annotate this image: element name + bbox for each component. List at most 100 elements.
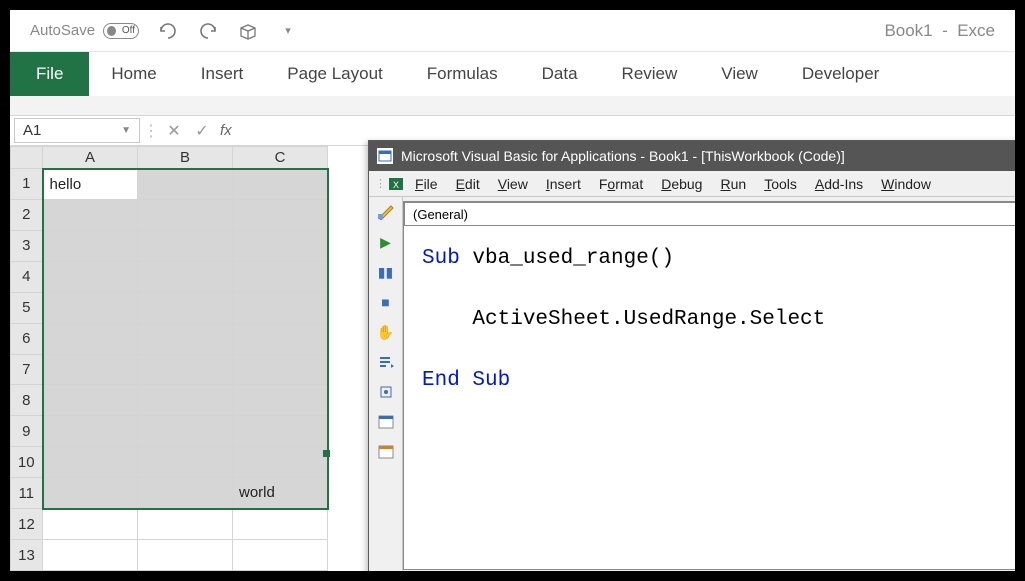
tab-formulas[interactable]: Formulas — [405, 52, 520, 96]
name-box[interactable]: A1 ▼ — [14, 118, 140, 143]
row-header-4[interactable]: 4 — [11, 261, 43, 292]
tab-insert[interactable]: Insert — [179, 52, 266, 96]
row-header-12[interactable]: 12 — [11, 509, 43, 540]
break-icon[interactable]: ▮▮ — [376, 263, 396, 281]
tab-view[interactable]: View — [699, 52, 780, 96]
undo-icon[interactable] — [157, 20, 179, 42]
cell-b7[interactable] — [138, 354, 233, 385]
cell-b3[interactable] — [138, 230, 233, 261]
cancel-icon[interactable]: ✕ — [160, 116, 188, 145]
vbe-menu-run[interactable]: Run — [712, 174, 754, 194]
cell-c3[interactable] — [233, 230, 328, 261]
box-icon[interactable] — [237, 20, 259, 42]
enter-icon[interactable]: ✓ — [188, 116, 216, 145]
cell-a8[interactable] — [43, 385, 138, 416]
run-icon[interactable]: ▶ — [376, 233, 396, 251]
cell-b2[interactable] — [138, 199, 233, 230]
row-header-13[interactable]: 13 — [11, 540, 43, 571]
vbe-window[interactable]: Microsoft Visual Basic for Applications … — [368, 140, 1015, 571]
vbe-menu-addins[interactable]: Add-Ins — [807, 174, 871, 194]
vbe-menubar: ⋮ X File Edit View Insert Format Debug R… — [369, 171, 1015, 197]
vbe-menu-format[interactable]: Format — [591, 174, 651, 194]
cell-a11[interactable] — [43, 478, 138, 509]
customize-qat-icon[interactable]: ▾ — [277, 20, 299, 42]
row-header-3[interactable]: 3 — [11, 230, 43, 261]
vbe-code-editor[interactable]: Sub vba_used_range() ActiveSheet.UsedRan… — [404, 226, 1015, 569]
cell-c8[interactable] — [233, 385, 328, 416]
selection-handle[interactable] — [323, 450, 330, 457]
row-header-2[interactable]: 2 — [11, 199, 43, 230]
cell-b11[interactable] — [138, 478, 233, 509]
cell-c7[interactable] — [233, 354, 328, 385]
fx-label[interactable]: fx — [216, 116, 236, 145]
cell-a2[interactable] — [43, 199, 138, 230]
cell-c1[interactable] — [233, 169, 328, 200]
cell-c5[interactable] — [233, 292, 328, 323]
row-header-10[interactable]: 10 — [11, 447, 43, 478]
hand-icon[interactable]: ✋ — [376, 323, 396, 341]
vbe-menu-tools[interactable]: Tools — [756, 174, 805, 194]
cell-b4[interactable] — [138, 261, 233, 292]
tab-page-layout[interactable]: Page Layout — [265, 52, 404, 96]
cell-b12[interactable] — [138, 509, 233, 540]
tab-review[interactable]: Review — [600, 52, 700, 96]
row-header-6[interactable]: 6 — [11, 323, 43, 354]
cell-c13[interactable] — [233, 540, 328, 571]
tab-file[interactable]: File — [10, 52, 89, 96]
tab-home[interactable]: Home — [89, 52, 178, 96]
cell-b13[interactable] — [138, 540, 233, 571]
vbe-menu-debug[interactable]: Debug — [653, 174, 710, 194]
step-icon[interactable] — [376, 353, 396, 371]
reset-icon[interactable]: ■ — [376, 293, 396, 311]
col-header-b[interactable]: B — [138, 147, 233, 169]
bookmark-icon[interactable] — [376, 383, 396, 401]
cell-a5[interactable] — [43, 292, 138, 323]
properties-icon[interactable] — [376, 443, 396, 461]
cell-a1[interactable]: hello — [43, 169, 138, 200]
row-header-9[interactable]: 9 — [11, 416, 43, 447]
cell-c10[interactable] — [233, 447, 328, 478]
autosave-toggle[interactable]: AutoSave Off — [30, 22, 139, 39]
redo-icon[interactable] — [197, 20, 219, 42]
cell-c11[interactable]: world — [233, 478, 328, 509]
vbe-menu-insert[interactable]: Insert — [538, 174, 589, 194]
row-header-7[interactable]: 7 — [11, 354, 43, 385]
vbe-titlebar[interactable]: Microsoft Visual Basic for Applications … — [369, 141, 1015, 171]
design-mode-icon[interactable] — [376, 203, 396, 221]
cell-b9[interactable] — [138, 416, 233, 447]
cell-b1[interactable] — [138, 169, 233, 200]
cell-b10[interactable] — [138, 447, 233, 478]
cell-a10[interactable] — [43, 447, 138, 478]
cell-a13[interactable] — [43, 540, 138, 571]
cell-c4[interactable] — [233, 261, 328, 292]
col-header-c[interactable]: C — [233, 147, 328, 169]
vbe-menu-window[interactable]: Window — [873, 174, 939, 194]
row-header-11[interactable]: 11 — [11, 478, 43, 509]
col-header-a[interactable]: A — [43, 147, 138, 169]
select-all-corner[interactable] — [11, 147, 43, 169]
cell-c2[interactable] — [233, 199, 328, 230]
project-explorer-icon[interactable] — [376, 413, 396, 431]
vbe-object-dropdown[interactable]: (General) — [404, 202, 1015, 226]
cell-a9[interactable] — [43, 416, 138, 447]
vbe-excel-icon[interactable]: X — [387, 173, 405, 195]
vbe-menu-view[interactable]: View — [490, 174, 536, 194]
cell-c12[interactable] — [233, 509, 328, 540]
cell-c9[interactable] — [233, 416, 328, 447]
row-header-5[interactable]: 5 — [11, 292, 43, 323]
cell-b5[interactable] — [138, 292, 233, 323]
cell-a3[interactable] — [43, 230, 138, 261]
row-header-8[interactable]: 8 — [11, 385, 43, 416]
cell-b6[interactable] — [138, 323, 233, 354]
tab-data[interactable]: Data — [520, 52, 600, 96]
row-header-1[interactable]: 1 — [11, 169, 43, 200]
cell-a12[interactable] — [43, 509, 138, 540]
vbe-menu-edit[interactable]: Edit — [448, 174, 488, 194]
tab-developer[interactable]: Developer — [780, 52, 902, 96]
cell-a7[interactable] — [43, 354, 138, 385]
cell-a4[interactable] — [43, 261, 138, 292]
cell-c6[interactable] — [233, 323, 328, 354]
cell-b8[interactable] — [138, 385, 233, 416]
vbe-menu-file[interactable]: File — [407, 174, 446, 194]
cell-a6[interactable] — [43, 323, 138, 354]
